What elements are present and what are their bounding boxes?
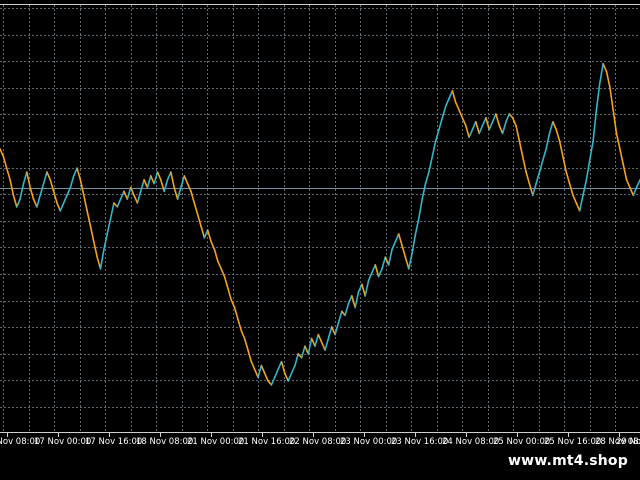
watermark-label: www.mt4.shop [500,447,636,475]
x-axis-tick-label: 25 Nov 00:00 [493,437,550,447]
x-axis-tick-label: 17 Nov 00:00 [34,437,91,447]
price-chart[interactable]: 16 Nov 08:0017 Nov 00:0017 Nov 16:0018 N… [0,0,640,480]
x-axis-tick-label: 17 Nov 16:00 [85,437,142,447]
x-axis-tick-label: 29 Nov 00:00 [616,437,640,447]
x-axis-tick-label: 23 Nov 16:00 [391,437,448,447]
x-axis-tick-label: 18 Nov 08:00 [136,437,193,447]
mt4-chart-window: 16 Nov 08:0017 Nov 00:0017 Nov 16:0018 N… [0,0,640,480]
x-axis-tick-label: 24 Nov 08:00 [442,437,499,447]
x-axis-tick-label: 22 Nov 08:00 [289,437,346,447]
x-axis-tick-label: 23 Nov 00:00 [340,437,397,447]
x-axis-tick-label: 25 Nov 16:00 [544,437,601,447]
x-axis-tick-label: 21 Nov 00:00 [187,437,244,447]
x-axis-tick-label: 21 Nov 16:00 [238,437,295,447]
